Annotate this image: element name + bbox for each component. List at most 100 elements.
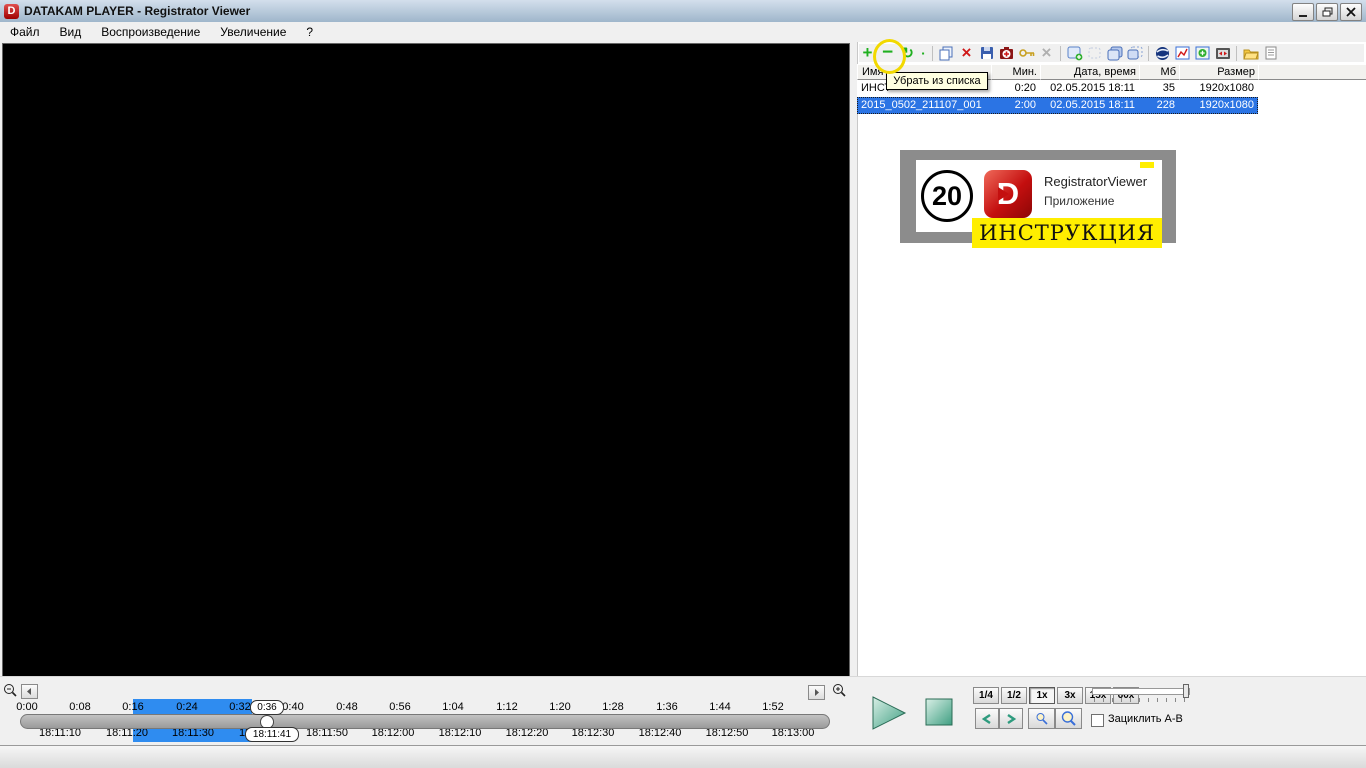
tick: 0:08 xyxy=(69,701,91,713)
volume-slider-handle[interactable] xyxy=(1183,684,1189,698)
chevron-right-icon xyxy=(1007,713,1016,724)
row1-size: 1920x1080 xyxy=(1199,82,1254,94)
title-bar: D DATAKAM PLAYER - Registrator Viewer xyxy=(0,0,1366,23)
frames-dashed-icon[interactable] xyxy=(1126,45,1143,61)
add-frame-icon[interactable] xyxy=(1066,45,1083,61)
copy-icon[interactable] xyxy=(938,45,955,61)
timeline-slider-track[interactable] xyxy=(20,714,830,729)
badge-20: 20 xyxy=(921,170,973,222)
report-document-icon[interactable] xyxy=(1262,45,1279,61)
magnifier-small-icon xyxy=(1036,713,1048,725)
menu-bar: Файл Вид Воспроизведение Увеличение ? xyxy=(0,22,1366,42)
frame-disabled-icon xyxy=(1086,45,1103,61)
timeline-scroll-left-button[interactable] xyxy=(21,684,38,699)
tick: 1:52 xyxy=(762,701,784,713)
prev-frame-button[interactable] xyxy=(975,708,999,729)
menu-help[interactable]: ? xyxy=(296,23,323,41)
timeline-zoom-out-icon[interactable] xyxy=(3,683,19,702)
row2-name: 2015_0502_211107_001 xyxy=(861,99,982,111)
tick: 0:16 xyxy=(122,701,144,713)
tick: 1:36 xyxy=(656,701,678,713)
banner-caption: ИНСТРУКЦИЯ xyxy=(972,218,1162,248)
loop-ab-checkbox[interactable] xyxy=(1091,714,1104,727)
speed-quarter-button[interactable]: 1/4 xyxy=(973,687,999,704)
header-datetime[interactable]: Дата, время xyxy=(1040,64,1141,80)
chevron-left-icon xyxy=(982,713,991,724)
small-dash-icon[interactable]: ▪ xyxy=(919,45,927,61)
menu-zoom[interactable]: Увеличение xyxy=(210,23,296,41)
next-frame-button[interactable] xyxy=(999,708,1023,729)
row1-mb: 35 xyxy=(1162,82,1175,94)
delete-icon[interactable]: × xyxy=(958,43,975,62)
row2-minutes: 2:00 xyxy=(1014,99,1036,111)
minimize-button[interactable] xyxy=(1292,3,1314,21)
tick: 0:24 xyxy=(176,701,198,713)
row2-mb: 228 xyxy=(1156,99,1175,111)
tick: 0:48 xyxy=(336,701,358,713)
first-aid-kit-icon[interactable] xyxy=(998,45,1015,61)
speed-1x-button[interactable]: 1x xyxy=(1029,687,1055,704)
timeline-zoom-in-icon[interactable] xyxy=(831,683,848,703)
key-icon[interactable] xyxy=(1018,45,1035,61)
toolbar-separator xyxy=(932,45,933,61)
toolbar-separator xyxy=(1148,45,1149,61)
export-video-icon[interactable] xyxy=(1214,45,1231,61)
taskbar xyxy=(0,745,1366,768)
position-time-bubble: 0:36 xyxy=(250,700,284,715)
playlist-toolbar: + − ↻ ▪ × × xyxy=(859,42,1364,63)
speed-3x-button[interactable]: 3x xyxy=(1057,687,1083,704)
tick: 1:12 xyxy=(496,701,518,713)
tick: 0:56 xyxy=(389,701,411,713)
close-icon xyxy=(1346,7,1356,17)
tick: 1:04 xyxy=(442,701,464,713)
tooltip-remove-from-list: Убрать из списка xyxy=(886,72,988,90)
row2-size: 1920x1080 xyxy=(1199,99,1254,111)
header-filler xyxy=(1258,64,1366,80)
delete-disabled-icon: × xyxy=(1041,43,1052,62)
stop-button[interactable] xyxy=(925,698,953,731)
header-minutes[interactable]: Мин. xyxy=(991,64,1042,80)
loop-ab-label: Зациклить A-B xyxy=(1108,713,1183,725)
annotation-circle xyxy=(873,39,906,74)
row2-datetime: 02.05.2015 18:11 xyxy=(1050,99,1135,111)
app-icon: D xyxy=(4,3,19,19)
banner-highlight-mark xyxy=(1140,162,1154,168)
volume-slider-track[interactable] xyxy=(1092,688,1190,695)
datakam-player-window: D DATAKAM PLAYER - Registrator Viewer Фа… xyxy=(0,0,1366,768)
play-triangle-icon xyxy=(998,187,1009,201)
tick: 0:00 xyxy=(16,701,38,713)
volume-slider-ticks xyxy=(1094,698,1188,702)
restore-button[interactable] xyxy=(1316,3,1338,21)
header-size[interactable]: Размер xyxy=(1179,64,1260,80)
menu-playback[interactable]: Воспроизведение xyxy=(91,23,210,41)
close-button[interactable] xyxy=(1340,3,1362,21)
frames-stack-icon[interactable] xyxy=(1106,45,1123,61)
menu-view[interactable]: Вид xyxy=(50,23,92,41)
playlist-panel xyxy=(857,42,1366,680)
playlist-row-2-selected[interactable]: 2015_0502_211107_001 2:00 02.05.2015 18:… xyxy=(857,97,1258,114)
header-mb[interactable]: Мб xyxy=(1139,64,1181,80)
google-earth-icon[interactable] xyxy=(1154,45,1171,61)
zoom-in-button[interactable] xyxy=(1055,708,1082,729)
restore-icon xyxy=(1322,7,1332,17)
toolbar-separator xyxy=(1060,45,1061,61)
magnifier-large-icon xyxy=(1061,711,1076,726)
registrator-viewer-logo: D xyxy=(984,170,1032,218)
video-display[interactable] xyxy=(2,43,850,678)
banner-subtitle: Приложение xyxy=(1044,194,1115,208)
open-folder-icon[interactable] xyxy=(1242,45,1259,61)
window-title: DATAKAM PLAYER - Registrator Viewer xyxy=(24,4,251,18)
tick: 1:28 xyxy=(602,701,624,713)
play-button[interactable] xyxy=(870,695,908,736)
timeline-scroll-right-button[interactable] xyxy=(808,685,825,700)
zoom-out-button[interactable] xyxy=(1028,708,1055,729)
tick: 1:20 xyxy=(549,701,571,713)
add-image-icon[interactable] xyxy=(1194,45,1211,61)
menu-file[interactable]: Файл xyxy=(0,23,50,41)
speed-half-button[interactable]: 1/2 xyxy=(1001,687,1027,704)
banner-title: RegistratorViewer xyxy=(1044,174,1148,189)
map-route-icon[interactable] xyxy=(1174,45,1191,61)
toolbar-separator xyxy=(1236,45,1237,61)
save-icon[interactable] xyxy=(978,45,995,61)
minimize-icon xyxy=(1299,14,1307,17)
